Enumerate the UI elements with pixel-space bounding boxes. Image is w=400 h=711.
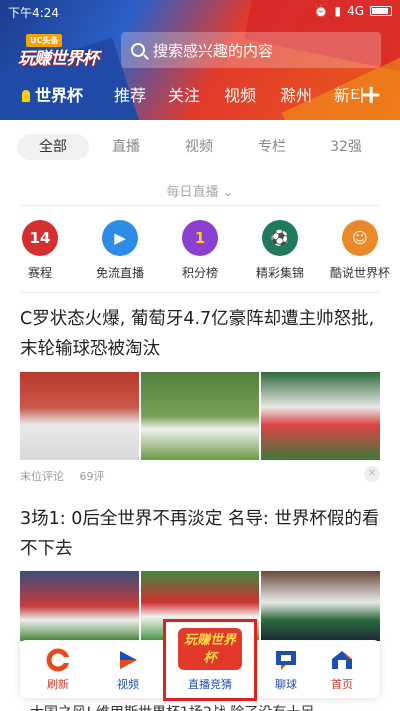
pitch-icon: ⚽ [262,220,298,256]
live-play-icon: ▶ [102,220,138,256]
logo-text: 玩赚世界杯 [18,49,99,69]
chip-video[interactable]: 视频 [171,134,227,160]
article-images[interactable] [20,372,381,460]
close-icon[interactable]: ✕ [364,466,380,482]
refresh-icon [45,648,71,672]
article-photo [261,571,381,641]
tab-chuzhou[interactable]: 滁州 [280,82,312,106]
nav-live-guess[interactable]: 玩赚世界杯 直播竞猜 [163,619,257,701]
article-comments: 69评 [79,470,105,483]
daily-live-toggle[interactable]: 每日直播 ⌄ [0,181,400,200]
chip-all[interactable]: 全部 [17,134,89,160]
status-bar: 下午4:24 ⏰ ▮ 4G [0,0,400,22]
article-title[interactable]: 3场1: 0后全世界不再淡定 名导: 世界杯假的看不下去 [20,504,382,564]
pin-icon [22,90,30,102]
score-table-icon: 1 [182,220,218,256]
worldcup-logo-icon: 玩赚世界杯 [178,628,242,670]
article-source: 末位评论 [20,470,64,483]
quick-links: 14 赛程 ▶ 免流直播 1 积分榜 ⚽ 精彩集锦 ☺ 酷说世界杯 [0,220,400,282]
chip-top32[interactable]: 32强 [318,134,374,160]
commentator-avatar-icon: ☺ [342,220,378,256]
signal-icon: ▮ [334,4,342,18]
article-photo [20,372,139,460]
article-title[interactable]: C罗状态火爆, 葡萄牙4.7亿豪阵却遭主帅怒批, 末轮输球恐被淘汰 [20,304,382,364]
quick-link-schedule[interactable]: 14 赛程 [0,220,80,281]
channel-tabs: 世界杯 推荐 关注 视频 滁州 新티 [0,82,400,112]
nav-home[interactable]: 首页 [312,648,372,692]
tab-worldcup[interactable]: 世界杯 [22,82,83,106]
calendar-icon: 14 [22,220,58,256]
nav-refresh[interactable]: 刷新 [28,648,88,692]
filter-chips: 全部 直播 视频 专栏 32强 [0,134,400,160]
nav-video[interactable]: 视频 [98,648,158,692]
tab-video[interactable]: 视频 [224,82,256,106]
chip-live[interactable]: 直播 [98,134,154,160]
quick-link-commentary[interactable]: ☺ 酷说世界杯 [320,220,400,281]
status-time: 下午4:24 [8,6,59,20]
divider [20,292,380,293]
alarm-icon: ⏰ [313,4,329,18]
search-placeholder: 搜索感兴趣的内容 [153,41,274,60]
home-icon [329,648,355,672]
header: 下午4:24 ⏰ ▮ 4G UC头条 玩赚世界杯 搜索感兴趣的内容 世界杯 推荐… [0,0,400,120]
article-photo [140,372,260,460]
chip-column[interactable]: 专栏 [244,134,300,160]
article-meta: 末位评论 69评 ✕ [20,466,380,484]
divider [20,205,380,206]
chat-flag-icon [273,648,299,672]
bottom-nav: 刷新 视频 玩赚世界杯 直播竞猜 聊球 首页 [20,619,380,701]
quick-link-free-live[interactable]: ▶ 免流直播 [80,220,160,281]
article-photo [20,571,139,641]
nav-chat[interactable]: 聊球 [256,648,316,692]
search-input[interactable]: 搜索感兴趣的内容 [121,32,381,68]
tab-recommend[interactable]: 推荐 [114,82,146,106]
add-channel-button[interactable]: + [360,82,382,108]
article-photo [261,372,381,460]
quick-link-standings[interactable]: 1 积分榜 [160,220,240,281]
quick-link-highlights[interactable]: ⚽ 精彩集锦 [240,220,320,281]
search-icon [131,43,145,57]
video-play-icon [115,648,141,672]
battery-icon [370,6,392,16]
worldcup-logo[interactable]: UC头条 玩赚世界杯 [12,34,108,70]
tab-follow[interactable]: 关注 [168,82,200,106]
next-article-title[interactable]: 大国之风! 维甲斯世界杯1场2战 除了没有十足 [30,702,314,711]
network-type: 4G [347,4,364,18]
